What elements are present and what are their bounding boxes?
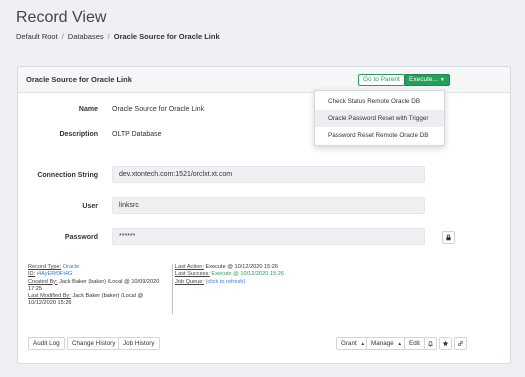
execute-button-label: Execute...: [409, 76, 438, 83]
menu-item-check-status[interactable]: Check Status Remote Oracle DB: [315, 93, 444, 110]
modified-by-row: Last Modified By: Jack Baker (baker) /Lo…: [28, 293, 170, 300]
audit-log-button[interactable]: Audit Log: [28, 337, 65, 350]
modified-by-label: Last Modified By:: [28, 293, 71, 300]
password-field[interactable]: ******: [112, 228, 425, 245]
user-label: User: [82, 203, 98, 210]
job-history-button[interactable]: Job History: [118, 337, 160, 350]
job-queue-refresh-link[interactable]: (click to refresh): [206, 279, 246, 285]
caret-up-icon: ▲: [397, 341, 402, 346]
meta-divider: [172, 264, 173, 314]
last-success-value: Execute @ 10/12/2020 15:26: [211, 271, 284, 278]
breadcrumb-separator: /: [107, 32, 110, 41]
record-type-label: Record Type:: [28, 264, 62, 270]
created-by-value: Jack Baker (baker) /Local @ 10/09/2020: [59, 278, 160, 285]
record-meta-left: Record Type: Oracle ID: i4AyERf9Ft4G Cre…: [28, 264, 170, 308]
created-by-time: 17:25: [28, 285, 42, 292]
star-icon: [442, 340, 449, 347]
breadcrumb: Default Root / Databases / Oracle Source for…: [16, 32, 220, 41]
page-header: Record View Default Root / Databases / Oracl…: [0, 0, 525, 58]
last-action-row: Last Action: Execute @ 10/12/2020 15:26: [175, 264, 325, 271]
modified-by-time: 10/12/2020 15:26: [28, 300, 72, 307]
record-type-row: Record Type: Oracle: [28, 264, 170, 271]
execute-dropdown-menu: Check Status Remote Oracle DB Oracle Pas…: [314, 90, 445, 146]
menu-item-password-reset-remote[interactable]: Password Reset Remote Oracle DB: [315, 127, 444, 144]
modified-by-value: Jack Baker (baker) /Local @: [72, 293, 144, 300]
connection-string-field[interactable]: dev.xtontech.com:1521/orclxt.xt.com: [112, 166, 425, 183]
lock-icon: [446, 234, 451, 241]
breadcrumb-item-default-root[interactable]: Default Root: [16, 32, 58, 41]
description-value: OLTP Database: [112, 131, 162, 138]
record-meta-right: Last Action: Execute @ 10/12/2020 15:26 …: [175, 264, 325, 286]
name-value: Oracle Source for Oracle Link: [112, 106, 205, 113]
panel-title: Oracle Source for Oracle Link: [26, 75, 132, 84]
go-to-parent-button[interactable]: Go to Parent: [358, 74, 405, 86]
created-by-label: Created By:: [28, 278, 58, 285]
id-value: i4AyERf9Ft4G: [36, 271, 73, 278]
breadcrumb-separator: /: [61, 32, 64, 41]
page-title: Record View: [16, 9, 107, 26]
password-label: Password: [64, 234, 98, 241]
job-queue-row: Job Queue: (click to refresh): [175, 279, 325, 286]
breadcrumb-item-current: Oracle Source for Oracle Link: [113, 32, 220, 41]
menu-item-oracle-password-reset-trigger[interactable]: Oracle Password Reset with Trigger: [315, 110, 444, 127]
favorite-button[interactable]: [439, 337, 452, 350]
unlock-password-button[interactable]: [442, 231, 455, 244]
execute-button[interactable]: Execute... ▼: [404, 74, 450, 86]
edit-button[interactable]: Edit: [404, 337, 425, 350]
id-label: ID:: [28, 271, 36, 278]
last-action-label: Last Action:: [175, 264, 204, 270]
job-queue-label: Job Queue:: [175, 278, 204, 285]
connection-string-label: Connection String: [37, 172, 98, 179]
name-label: Name: [78, 106, 98, 113]
bell-icon: [428, 341, 433, 347]
description-label: Description: [59, 131, 98, 138]
record-type-link[interactable]: Oracle: [63, 264, 79, 270]
caret-down-icon: ▼: [439, 77, 445, 83]
last-success-label: Last Success:: [175, 271, 210, 278]
manage-button-label: Manage: [371, 340, 394, 347]
user-field[interactable]: linksrc: [112, 197, 425, 214]
created-by-row: Created By: Jack Baker (baker) /Local @ …: [28, 279, 170, 286]
last-action-value: Execute @ 10/12/2020 15:26: [205, 264, 279, 270]
grant-button[interactable]: Grant ▲: [336, 337, 370, 350]
copy-link-button[interactable]: [454, 337, 467, 350]
last-success-row: Last Success: Execute @ 10/12/2020 15:26: [175, 271, 325, 278]
notify-button[interactable]: [424, 337, 437, 350]
manage-button[interactable]: Manage ▲: [366, 337, 407, 350]
breadcrumb-item-databases[interactable]: Databases: [68, 32, 104, 41]
change-history-button[interactable]: Change History: [67, 337, 121, 350]
link-icon: [458, 341, 463, 346]
id-row: ID: i4AyERf9Ft4G: [28, 271, 170, 278]
panel-footer: Audit Log Change History Job History Gra…: [18, 337, 510, 353]
grant-button-label: Grant: [341, 340, 357, 347]
caret-up-icon: ▲: [360, 341, 365, 346]
